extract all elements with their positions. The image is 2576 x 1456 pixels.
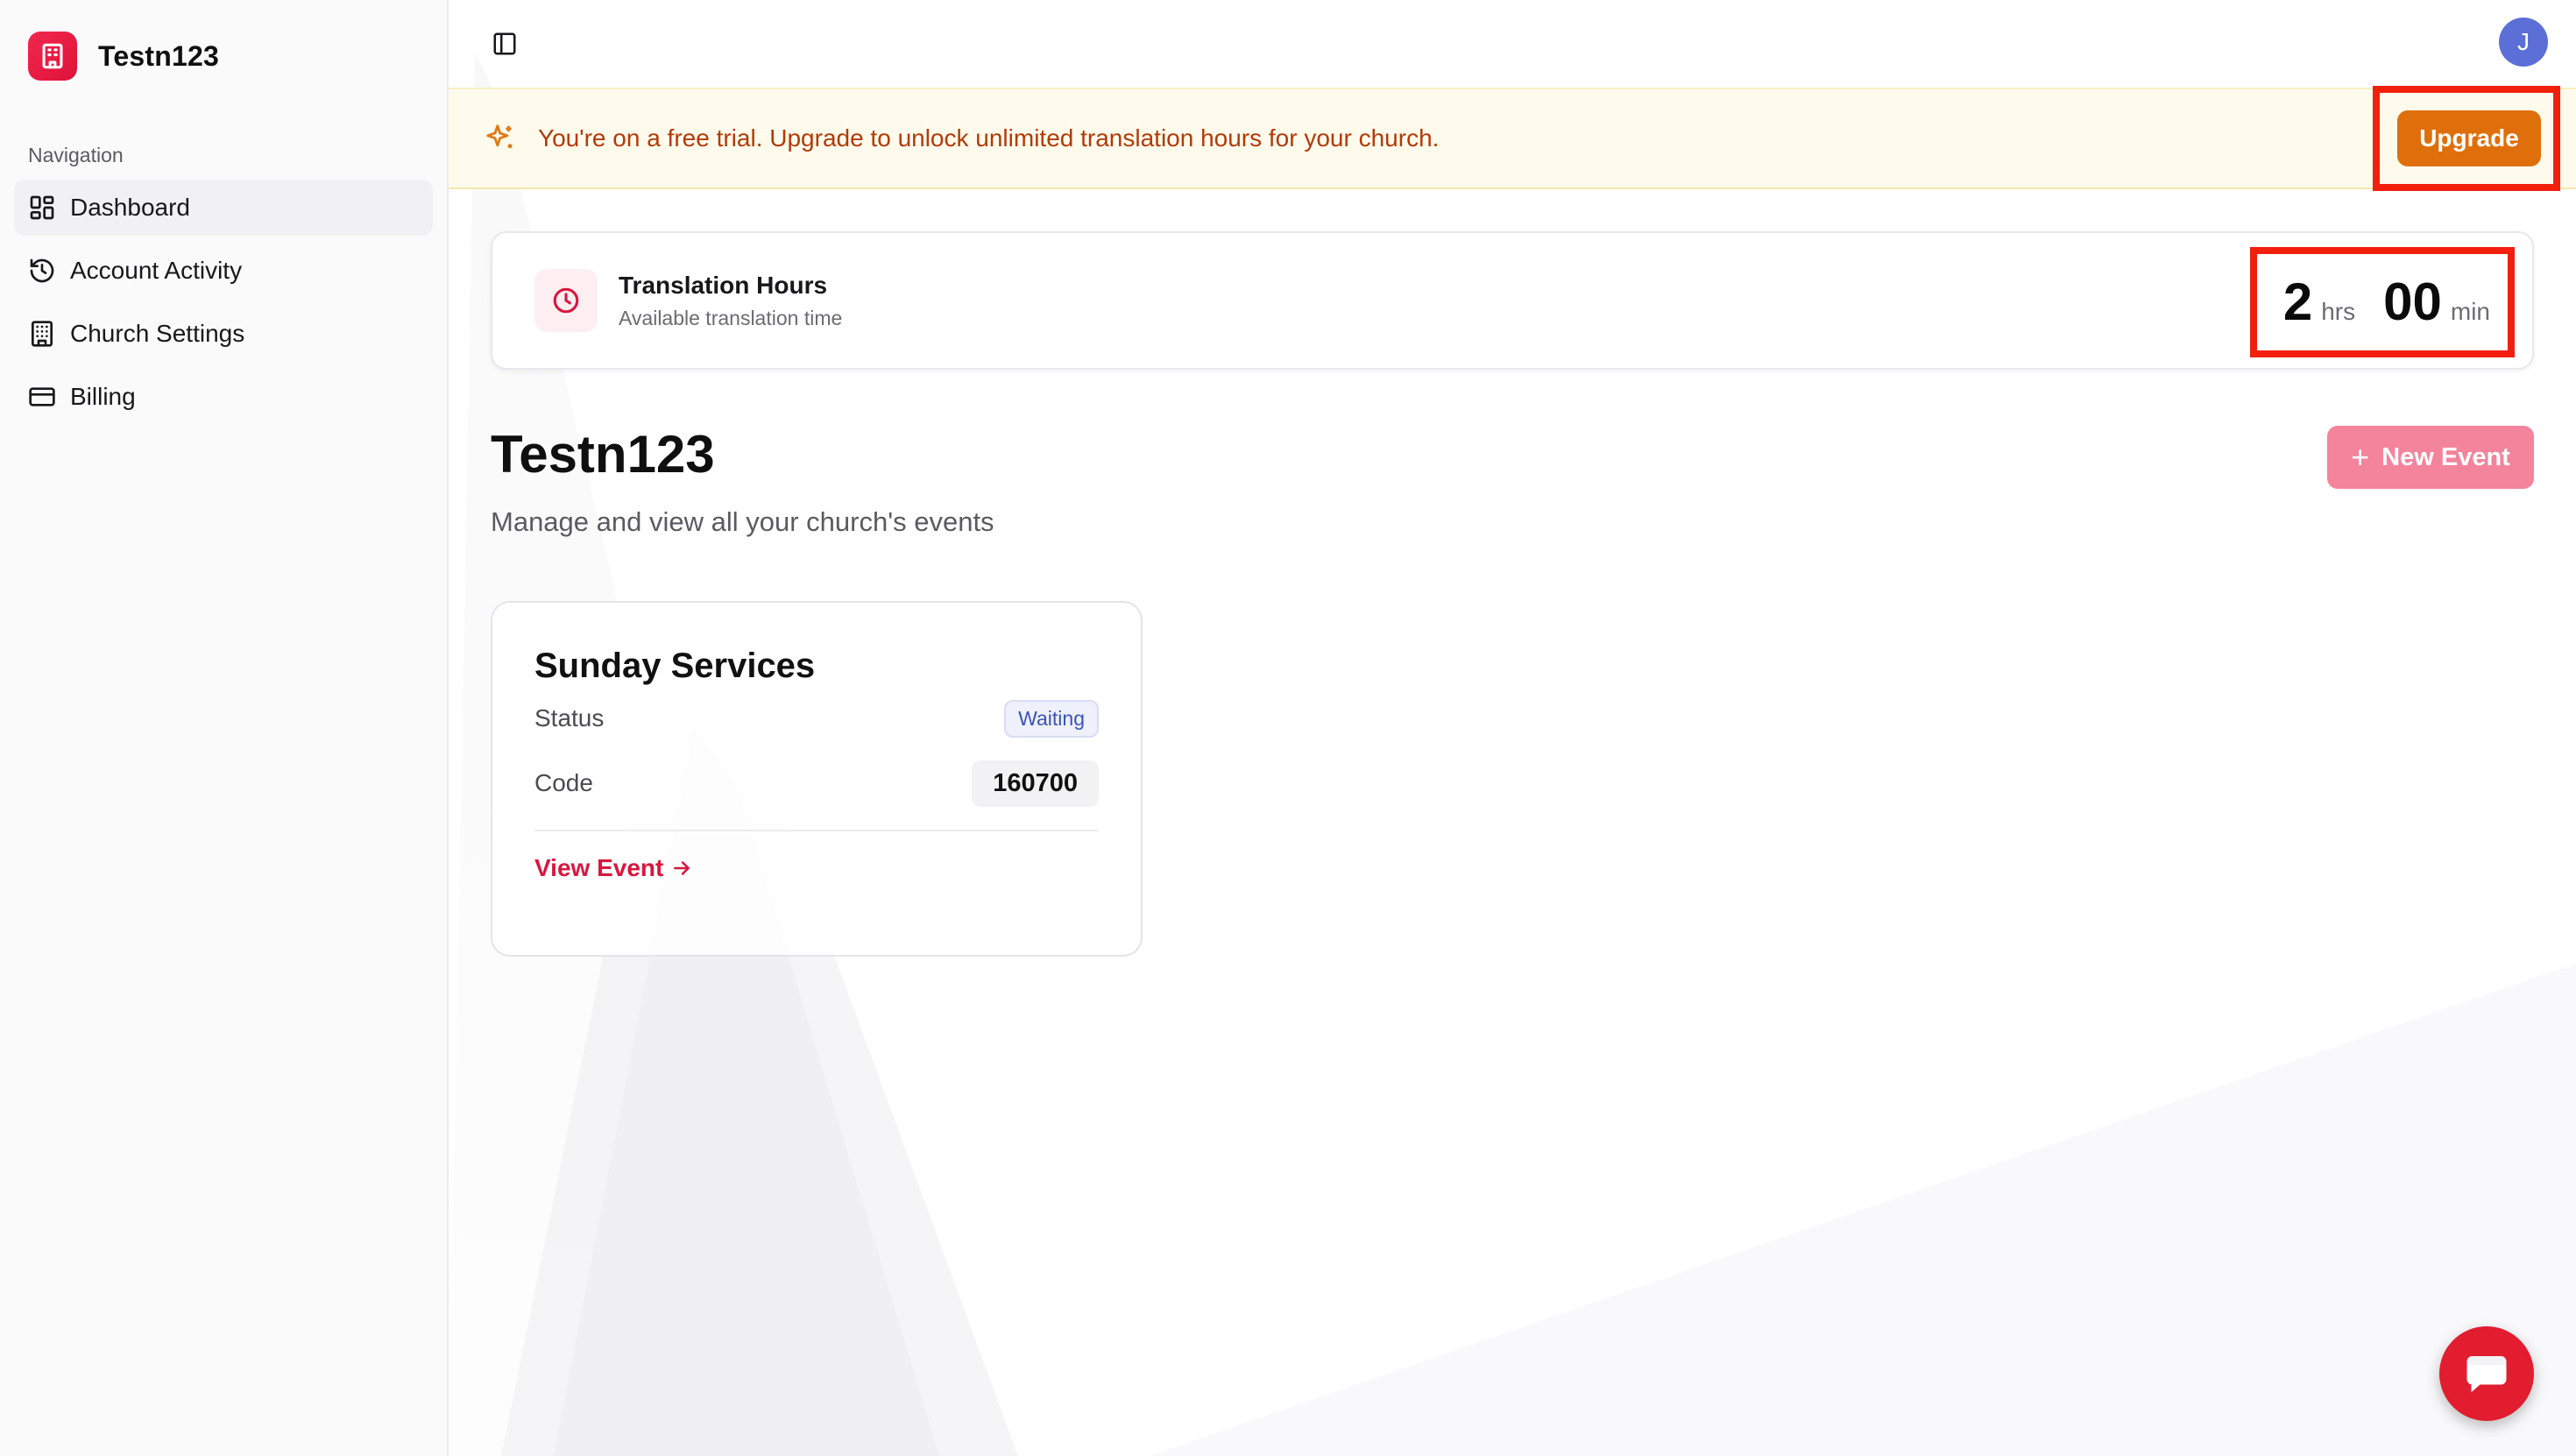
sidebar-item-label: Account Activity: [70, 257, 243, 284]
event-status-row: Status Waiting: [534, 686, 1099, 751]
sidebar-item-label: Billing: [70, 383, 136, 410]
code-label: Code: [534, 769, 593, 796]
hours-title: Translation Hours: [619, 271, 828, 299]
event-code: 160700: [972, 760, 1099, 807]
sidebar-toggle-button[interactable]: [487, 26, 522, 61]
hours-unit: hrs: [2321, 298, 2356, 325]
panel-left-icon: [493, 32, 516, 55]
minutes-number: 00: [2383, 272, 2442, 331]
building-icon: [32, 321, 53, 347]
event-code-row: Code 160700: [534, 751, 1099, 816]
trial-message: You're on a free trial. Upgrade to unloc…: [538, 124, 1440, 152]
brand[interactable]: Testn123: [14, 0, 433, 112]
event-card: Sunday Services Status Waiting Code 1607…: [491, 601, 1143, 957]
chat-bubble-icon: [2466, 1356, 2507, 1393]
sparkles-icon: [486, 124, 513, 149]
app-root: Testn123 Navigation Dashboard Account Ac…: [0, 0, 2576, 1456]
sidebar: Testn123 Navigation Dashboard Account Ac…: [0, 0, 449, 1456]
sidebar-item-label: Dashboard: [70, 194, 190, 221]
church-logo-icon: [28, 32, 77, 81]
hours-subtitle: Available translation time: [619, 306, 843, 329]
user-avatar[interactable]: J: [2499, 18, 2548, 67]
view-event-link[interactable]: View Event: [534, 854, 1099, 882]
upgrade-button[interactable]: Upgrade: [2397, 110, 2541, 166]
page-title: Testn123: [491, 425, 715, 484]
credit-card-icon: [29, 387, 55, 406]
page-subtitle: Manage and view all your church's events: [491, 506, 994, 537]
event-title: Sunday Services: [534, 647, 816, 685]
view-event-label: View Event: [534, 854, 664, 881]
trial-banner: You're on a free trial. Upgrade to unloc…: [449, 86, 2576, 191]
plus-icon: +: [2351, 439, 2370, 475]
nav-section-label: Navigation: [28, 144, 124, 166]
new-event-button[interactable]: + New Event: [2327, 426, 2534, 489]
new-event-label: New Event: [2381, 442, 2510, 471]
brand-name: Testn123: [98, 39, 219, 72]
status-badge: Waiting: [1004, 699, 1099, 738]
main-content: J You're on a free trial. Upgrade to unl…: [449, 0, 2576, 1456]
sidebar-item-label: Church Settings: [70, 320, 245, 347]
sidebar-item-account-activity[interactable]: Account Activity: [14, 243, 433, 299]
translation-hours-card: Translation Hours Available translation …: [491, 231, 2534, 370]
sidebar-item-church-settings[interactable]: Church Settings: [14, 306, 433, 362]
topbar: J: [449, 0, 2576, 88]
history-icon: [30, 258, 54, 283]
event-divider: [534, 830, 1099, 831]
hours-number: 2: [2282, 272, 2313, 331]
arrow-right-icon: [674, 861, 690, 875]
dashboard-icon: [30, 195, 54, 220]
clock-icon: [534, 269, 598, 332]
minutes-unit: min: [2450, 298, 2490, 325]
sidebar-item-dashboard[interactable]: Dashboard: [14, 180, 433, 236]
sidebar-item-billing[interactable]: Billing: [14, 369, 433, 425]
hours-remaining: 2 hrs 00 min: [2283, 272, 2490, 332]
status-label: Status: [534, 704, 605, 732]
hours-text: Translation Hours Available translation …: [619, 272, 842, 330]
chat-button[interactable]: [2439, 1326, 2534, 1421]
